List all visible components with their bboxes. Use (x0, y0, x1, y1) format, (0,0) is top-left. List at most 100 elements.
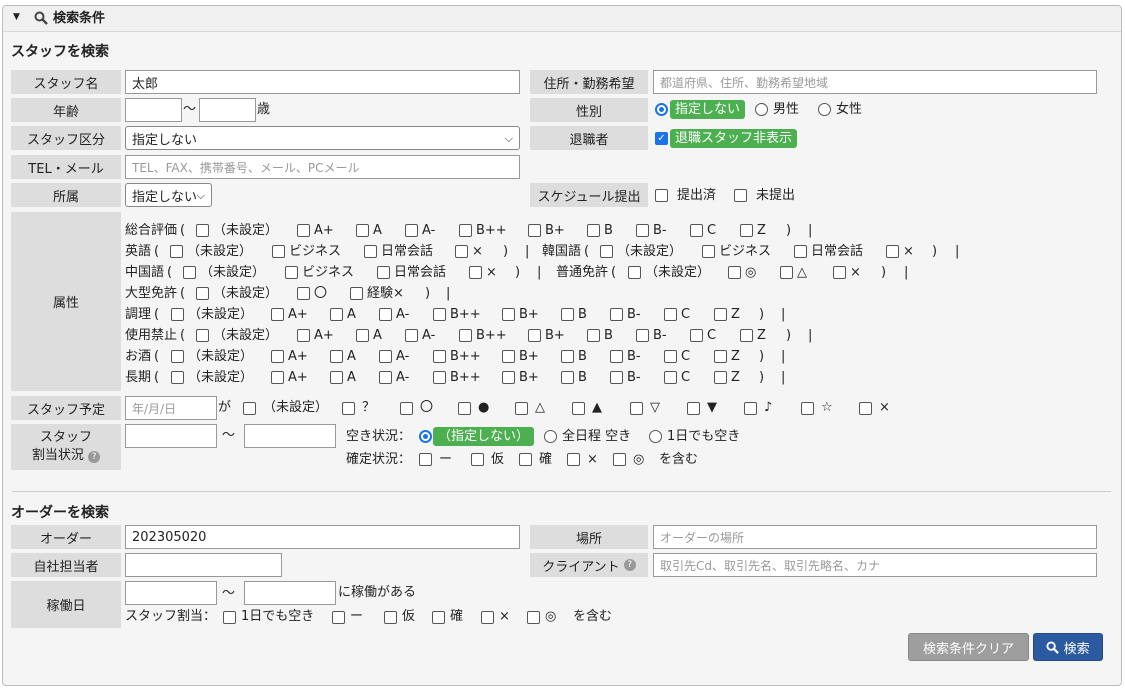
staff-plan-option-label[interactable]: ♪ (764, 401, 772, 414)
tel-mail-input[interactable]: TEL、FAX、携帯番号、メール、PCメール (125, 155, 520, 179)
confirm-option-label[interactable]: 仮 (491, 453, 504, 466)
staff-assign-order-checkbox[interactable] (527, 611, 540, 624)
vacancy-unspecified-label[interactable]: （指定しない） (433, 427, 535, 446)
staff-assign-order-checkbox[interactable] (332, 611, 345, 624)
staff-plan-option-label[interactable]: ☆ (821, 401, 833, 414)
attr-checkbox[interactable] (271, 371, 284, 384)
attr-option-label[interactable]: △ (797, 266, 807, 279)
attr-checkbox[interactable] (377, 266, 390, 279)
attr-option-label[interactable]: Z (731, 308, 740, 321)
vacancy-all-label[interactable]: 全日程 空き (562, 430, 631, 443)
attr-option-label[interactable]: ビジネス (289, 245, 341, 258)
attr-option-label[interactable]: B- (653, 329, 667, 342)
attr-checkbox[interactable] (600, 245, 613, 258)
confirm-checkbox[interactable] (419, 453, 432, 466)
attr-option-label[interactable]: A+ (314, 224, 334, 237)
search-button[interactable]: 検索 (1033, 633, 1103, 661)
attr-option-label[interactable]: Z (757, 224, 766, 237)
attr-checkbox[interactable] (297, 224, 310, 237)
staff-assign-order-checkbox[interactable] (223, 611, 236, 624)
attr-option-label[interactable]: （未設定） (213, 287, 278, 300)
attr-checkbox[interactable] (628, 266, 641, 279)
attr-option-label[interactable]: × (486, 266, 497, 279)
place-input[interactable]: オーダーの場所 (653, 525, 1097, 549)
attr-option-label[interactable]: C (707, 224, 716, 237)
attr-checkbox[interactable] (886, 245, 899, 258)
attr-option-label[interactable]: B+ (519, 308, 539, 321)
attr-option-label[interactable]: B+ (519, 350, 539, 363)
attr-checkbox[interactable] (297, 287, 310, 300)
attr-option-label[interactable]: 日常会話 (381, 245, 433, 258)
gender-female-label[interactable]: 女性 (836, 103, 862, 116)
attr-checkbox[interactable] (561, 371, 574, 384)
attr-checkbox[interactable] (780, 266, 793, 279)
attr-checkbox[interactable] (502, 308, 515, 321)
staff-plan-checkbox[interactable] (687, 402, 700, 415)
help-icon[interactable]: ? (88, 451, 101, 463)
age-max-input[interactable] (199, 98, 256, 122)
staff-name-input[interactable]: 太郎 (125, 70, 520, 94)
attr-option-label[interactable]: 〇 (314, 287, 327, 300)
collapse-triangle-icon[interactable]: ▼ (13, 13, 20, 22)
panel-header[interactable] (3, 6, 1121, 32)
attr-checkbox[interactable] (330, 350, 343, 363)
attr-option-label[interactable]: A (347, 371, 356, 384)
attr-checkbox[interactable] (379, 350, 392, 363)
attr-option-label[interactable]: （未設定） (200, 266, 265, 279)
attr-checkbox[interactable] (297, 329, 310, 342)
attr-option-label[interactable]: B++ (476, 329, 507, 342)
staff-plan-checkbox[interactable] (515, 402, 528, 415)
attr-option-label[interactable]: ◎ (745, 266, 756, 279)
schedule-unsubmitted-checkbox[interactable] (734, 189, 747, 202)
owner-input[interactable] (125, 553, 282, 577)
attr-option-label[interactable]: （未設定） (213, 224, 278, 237)
attr-option-label[interactable]: A- (422, 224, 435, 237)
attr-option-label[interactable]: B (578, 350, 587, 363)
attr-option-label[interactable]: B++ (450, 308, 481, 321)
attr-option-label[interactable]: B (604, 224, 613, 237)
attr-checkbox[interactable] (610, 371, 623, 384)
confirm-checkbox[interactable] (471, 453, 484, 466)
staff-plan-checkbox[interactable] (400, 402, 413, 415)
schedule-unsubmitted-label[interactable]: 未提出 (756, 189, 795, 202)
staff-plan-option-label[interactable]: △ (535, 401, 545, 414)
attr-option-label[interactable]: A- (396, 371, 409, 384)
staff-assign-order-option-label[interactable]: ー (350, 610, 363, 623)
staff-plan-date-input[interactable]: 年/月/日 (125, 396, 217, 420)
vacancy-one-day-radio[interactable] (649, 430, 662, 443)
attr-checkbox[interactable] (272, 245, 285, 258)
attr-option-label[interactable]: × (903, 245, 914, 258)
attr-option-label[interactable]: ビジネス (302, 266, 354, 279)
staff-plan-checkbox[interactable] (859, 402, 872, 415)
attr-option-label[interactable]: A+ (288, 308, 308, 321)
confirm-option-label[interactable]: 確 (539, 453, 552, 466)
attr-checkbox[interactable] (433, 308, 446, 321)
attr-checkbox[interactable] (196, 287, 209, 300)
staff-plan-option-label[interactable]: ▽ (650, 401, 660, 414)
attr-checkbox[interactable] (405, 224, 418, 237)
attr-option-label[interactable]: B+ (545, 224, 565, 237)
attr-option-label[interactable]: 日常会話 (811, 245, 863, 258)
attr-checkbox[interactable] (271, 350, 284, 363)
attr-option-label[interactable]: B++ (476, 224, 507, 237)
age-min-input[interactable] (125, 98, 182, 122)
work-to-input[interactable] (244, 581, 336, 605)
attr-option-label[interactable]: （未設定） (617, 245, 682, 258)
attr-checkbox[interactable] (833, 266, 846, 279)
attr-option-label[interactable]: Z (757, 329, 766, 342)
staff-plan-checkbox[interactable] (572, 402, 585, 415)
attr-option-label[interactable]: A+ (288, 350, 308, 363)
attr-checkbox[interactable] (356, 224, 369, 237)
gender-male-label[interactable]: 男性 (773, 103, 799, 116)
attr-checkbox[interactable] (740, 329, 753, 342)
staff-plan-option-label[interactable]: × (879, 401, 890, 414)
attr-option-label[interactable]: ビジネス (719, 245, 771, 258)
attr-checkbox[interactable] (528, 329, 541, 342)
retired-hide-label[interactable]: 退職スタッフ非表示 (670, 129, 798, 148)
gender-female-radio[interactable] (818, 103, 831, 116)
staff-assign-order-option-label[interactable]: × (499, 610, 510, 623)
gender-unspecified-label[interactable]: 指定しない (670, 100, 746, 119)
staff-assign-order-option-label[interactable]: 仮 (402, 610, 415, 623)
attr-checkbox[interactable] (740, 224, 753, 237)
attr-option-label[interactable]: A (347, 308, 356, 321)
